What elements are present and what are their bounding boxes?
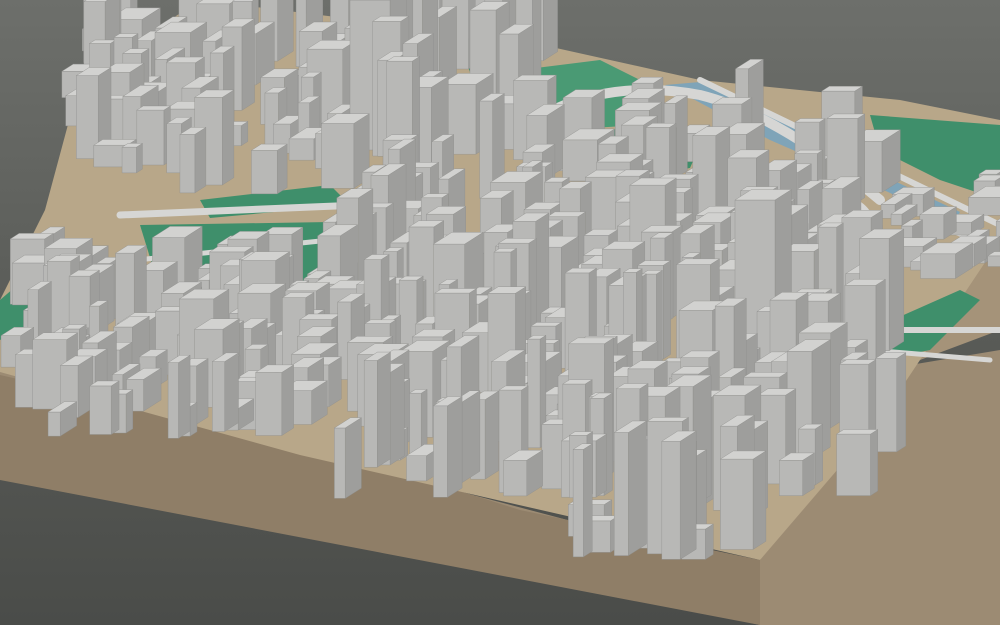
building-side [111, 380, 120, 435]
building-side [705, 523, 714, 560]
building-side [461, 390, 481, 483]
building-side [484, 390, 499, 480]
building-side [136, 142, 143, 174]
building-side [241, 18, 255, 111]
building-front [433, 405, 448, 498]
building-roof [434, 288, 478, 294]
building-roof [826, 113, 866, 119]
building-front [836, 433, 871, 496]
building-side [277, 0, 294, 62]
building-roof [646, 417, 690, 422]
building-side [583, 443, 593, 558]
building-front [89, 385, 112, 435]
building-side [281, 364, 294, 436]
building-side [194, 127, 207, 194]
building-side [888, 228, 904, 352]
building-side [196, 358, 209, 425]
building-front [572, 449, 584, 558]
building-front [779, 460, 803, 496]
building-front [890, 213, 903, 226]
city-model-canvas[interactable] [0, 0, 1000, 625]
building-roof [835, 429, 879, 435]
building-side [224, 352, 239, 432]
building-side [628, 420, 647, 557]
building-side [328, 356, 342, 408]
building-front [167, 362, 179, 439]
building-side [377, 351, 391, 468]
building-front [121, 146, 137, 174]
building-front [251, 150, 278, 195]
building-front [720, 458, 754, 550]
building-roof [794, 118, 826, 123]
building-side [896, 352, 907, 453]
building-side [222, 89, 235, 186]
building-front [527, 338, 541, 449]
building-side [595, 433, 607, 498]
building-side [679, 430, 697, 560]
3d-city-viewport[interactable] [0, 0, 1000, 625]
building-side [125, 389, 134, 434]
building-front [212, 361, 225, 432]
building-front [179, 134, 196, 194]
building-side [696, 449, 707, 532]
building-front [920, 253, 956, 279]
building-front [968, 197, 1000, 216]
building-front [503, 460, 527, 497]
building-front [321, 123, 355, 189]
building-roof [530, 322, 563, 327]
building-side [277, 143, 288, 195]
building-front [875, 358, 897, 453]
building-side [389, 363, 405, 466]
building-front [614, 432, 629, 556]
building-side [447, 396, 463, 498]
building-front [406, 455, 427, 482]
building-front [364, 360, 378, 468]
building-side [814, 423, 823, 486]
building-front [987, 255, 1000, 267]
building-side [189, 401, 198, 437]
building-roof [742, 372, 788, 378]
building-side [752, 450, 767, 550]
building-front [661, 441, 681, 560]
building-side [178, 354, 191, 439]
building-front [995, 221, 1000, 238]
building-side [543, 0, 558, 62]
building-front [919, 214, 944, 240]
building-front [166, 123, 182, 174]
building-side [663, 260, 671, 360]
building-front [288, 138, 315, 161]
building-front [334, 427, 346, 499]
building-front [47, 411, 61, 437]
building-side [675, 95, 688, 179]
building-front [255, 372, 282, 436]
building-side [870, 429, 878, 496]
building-side [344, 417, 362, 499]
